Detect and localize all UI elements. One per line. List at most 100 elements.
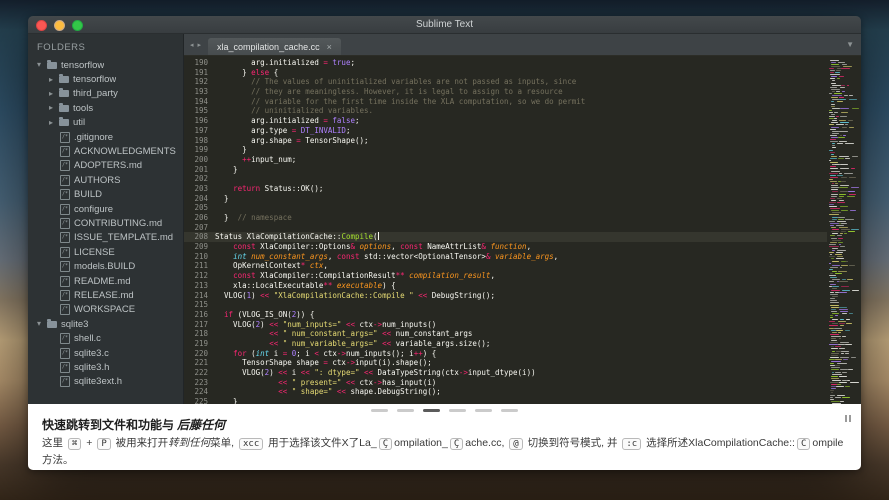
code-line-210[interactable]: 210 int num_constant_args, const std::ve… (184, 252, 827, 262)
slide-dash-4[interactable] (475, 409, 492, 412)
sidebar-file-ACKNOWLEDGMENTS[interactable]: /* ACKNOWLEDGMENTS (28, 144, 183, 158)
tree-item-label: models.BUILD (74, 261, 136, 273)
code-line-213[interactable]: 213 xla::LocalExecutable** executable) { (184, 281, 827, 291)
code-line-204[interactable]: 204 } (184, 194, 827, 204)
sidebar-file-sqlite3.h[interactable]: /* sqlite3.h (28, 360, 183, 374)
sidebar-file-ISSUE_TEMPLATE.md[interactable]: /* ISSUE_TEMPLATE.md (28, 231, 183, 245)
sidebar-file-ADOPTERS.md[interactable]: /* ADOPTERS.md (28, 159, 183, 173)
code-line-211[interactable]: 211 OpKernelContext* ctx, (184, 261, 827, 271)
pause-icon[interactable] (844, 409, 852, 427)
line-text: } // namespace (215, 213, 292, 222)
code-line-198[interactable]: 198 arg.shape = TensorShape(); (184, 136, 827, 146)
tutorial-text: 这里 (42, 437, 66, 449)
code-line-201[interactable]: 201 } (184, 165, 827, 175)
sidebar-file-WORKSPACE[interactable]: /* WORKSPACE (28, 303, 183, 317)
sidebar-folder-tensorflow[interactable]: ▾ tensorflow (28, 58, 183, 72)
code-line-199[interactable]: 199 } (184, 145, 827, 155)
close-window-button[interactable] (36, 20, 47, 31)
code-line-196[interactable]: 196 arg.initialized = false; (184, 116, 827, 126)
key-hint: Ç (378, 438, 393, 450)
code-line-217[interactable]: 217 VLOG(2) << "num_inputs=" << ctx->num… (184, 320, 827, 330)
sidebar-folder-tensorflow[interactable]: ▸ tensorflow (28, 72, 183, 86)
code-line-209[interactable]: 209 const XlaCompiler::Options& options,… (184, 242, 827, 252)
code-line-190[interactable]: 190 arg.initialized = true; (184, 58, 827, 68)
tree-item-label: shell.c (74, 333, 101, 345)
key-hint: ⌘ (67, 438, 82, 450)
tab-close-icon[interactable]: × (327, 42, 332, 52)
slide-dash-5[interactable] (501, 409, 518, 412)
tab-scroll-left-icon[interactable]: ◂ (190, 41, 194, 49)
zoom-window-button[interactable] (72, 20, 83, 31)
line-number: 225 (194, 397, 208, 404)
code-line-218[interactable]: 218 << " num_constant_args=" << num_cons… (184, 329, 827, 339)
sidebar-file-sqlite3.c[interactable]: /* sqlite3.c (28, 346, 183, 360)
tab-scroll-right-icon[interactable]: ▸ (198, 41, 202, 49)
code-line-225[interactable]: 225 } (184, 397, 827, 404)
line-text: VLOG(2) << i << ": dtype=" << DataTypeSt… (215, 368, 536, 377)
line-text: // The values of uninitialized variables… (215, 77, 577, 87)
sidebar-file-shell.c[interactable]: /* shell.c (28, 331, 183, 345)
code-line-224[interactable]: 224 << " shape=" << shape.DebugString(); (184, 387, 827, 397)
tab-bar: ◂ ▸ xla_compilation_cache.cc × ▼ (184, 34, 861, 56)
code-line-219[interactable]: 219 << " num_variable_args=" << variable… (184, 339, 827, 349)
code-line-223[interactable]: 223 << " present=" << ctx->has_input(i) (184, 378, 827, 388)
code-line-212[interactable]: 212 const XlaCompiler::CompilationResult… (184, 271, 827, 281)
code-line-221[interactable]: 221 TensorShape shape = ctx->input(i).sh… (184, 358, 827, 368)
code-line-208[interactable]: 208 Status XlaCompilationCache::Compile( (184, 232, 827, 243)
slide-dash-2[interactable] (423, 409, 440, 412)
code-line-197[interactable]: 197 arg.type = DT_INVALID; (184, 126, 827, 136)
key-hint: P (97, 438, 111, 450)
code-line-195[interactable]: 195 // uninitialized variables. (184, 106, 827, 116)
line-text: int num_constant_args, const std::vector… (233, 251, 559, 261)
code-line-206[interactable]: 206 } // namespace (184, 213, 827, 223)
tab-overflow-icon[interactable]: ▼ (846, 40, 854, 49)
code-line-192[interactable]: 192 // The values of uninitialized varia… (184, 77, 827, 87)
sidebar-folder-third_party[interactable]: ▸ third_party (28, 87, 183, 101)
sidebar-file-sqlite3ext.h[interactable]: /* sqlite3ext.h (28, 375, 183, 389)
window-titlebar[interactable]: Sublime Text (28, 16, 861, 34)
code-line-214[interactable]: 214 VLOG(1) << "XlaCompilationCache::Com… (184, 291, 827, 301)
code-line-215[interactable]: 215 (184, 300, 827, 310)
sidebar-folder-util[interactable]: ▸ util (28, 116, 183, 130)
sidebar-file-LICENSE[interactable]: /* LICENSE (28, 245, 183, 259)
tab-xla-compilation-cache[interactable]: xla_compilation_cache.cc × (208, 38, 341, 55)
line-number: 215 (194, 300, 208, 310)
sidebar-file-RELEASE.md[interactable]: /* RELEASE.md (28, 288, 183, 302)
code-line-220[interactable]: 220 for (int i = 0; i < ctx->num_inputs(… (184, 349, 827, 359)
line-number: 201 (194, 164, 208, 174)
code-line-222[interactable]: 222 VLOG(2) << i << ": dtype=" << DataTy… (184, 368, 827, 378)
minimap[interactable] (827, 56, 861, 404)
line-text: } (215, 164, 238, 174)
sidebar-file-README.md[interactable]: /* README.md (28, 274, 183, 288)
sidebar-file-CONTRIBUTING.md[interactable]: /* CONTRIBUTING.md (28, 216, 183, 230)
sidebar-file-models.BUILD[interactable]: /* models.BUILD (28, 259, 183, 273)
sidebar-folder-tools[interactable]: ▸ tools (28, 101, 183, 115)
code-line-216[interactable]: 216 if (VLOG_IS_ON(2)) { (184, 310, 827, 320)
line-number: 217 (194, 319, 208, 329)
line-number: 204 (194, 193, 208, 203)
sidebar-file-.gitignore[interactable]: /* .gitignore (28, 130, 183, 144)
slide-dash-3[interactable] (449, 409, 466, 412)
sidebar-folder-sqlite3[interactable]: ▾ sqlite3 (28, 317, 183, 331)
code-line-191[interactable]: 191 } else { (184, 68, 827, 78)
sidebar-file-AUTHORS[interactable]: /* AUTHORS (28, 173, 183, 187)
folder-icon (47, 318, 57, 328)
code-line-193[interactable]: 193 // they are meaningless. However, it… (184, 87, 827, 97)
slide-dash-1[interactable] (397, 409, 414, 412)
file-icon: /* (60, 146, 70, 158)
code-area[interactable]: 190 arg.initialized = true; 191 } else {1… (184, 56, 827, 404)
code-line-207[interactable]: 207 (184, 223, 827, 233)
code-line-194[interactable]: 194 // variable for the first time insid… (184, 97, 827, 107)
minimize-window-button[interactable] (54, 20, 65, 31)
line-text: VLOG(2) << "num_inputs=" << ctx->num_inp… (215, 319, 437, 329)
line-number: 214 (194, 290, 208, 300)
line-text: << " num_constant_args=" << num_constant… (269, 329, 473, 339)
code-line-200[interactable]: 200 ++input_num; (184, 155, 827, 165)
sidebar-file-configure[interactable]: /* configure (28, 202, 183, 216)
line-number: 212 (194, 271, 208, 281)
sidebar-file-BUILD[interactable]: /* BUILD (28, 188, 183, 202)
code-line-202[interactable]: 202 (184, 174, 827, 184)
slide-dash-0[interactable] (371, 409, 388, 412)
code-line-203[interactable]: 203 return Status::OK(); (184, 184, 827, 194)
code-line-205[interactable]: 205 (184, 203, 827, 213)
